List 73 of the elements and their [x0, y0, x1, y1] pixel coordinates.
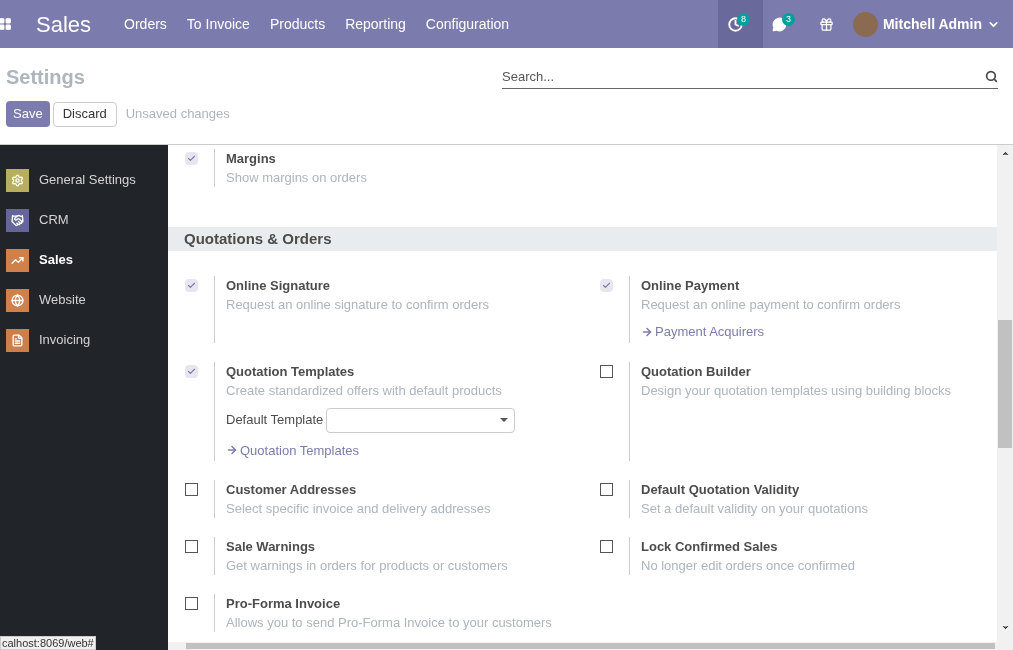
- checkbox[interactable]: [599, 364, 613, 378]
- setting-title: Sale Warnings: [226, 538, 317, 556]
- setting-description: Select specific invoice and delivery addresses: [226, 500, 491, 518]
- setting-title: Customer Addresses: [226, 481, 358, 499]
- setting-title: Quotation Builder: [641, 362, 752, 381]
- scroll-up-icon[interactable]: [1000, 149, 1010, 158]
- nav-menu-item[interactable]: Orders: [124, 13, 167, 35]
- scroll-down-icon[interactable]: [1000, 623, 1010, 632]
- gift-icon[interactable]: [818, 16, 834, 32]
- activity-count-badge: 8: [736, 13, 750, 26]
- checkbox[interactable]: [184, 540, 198, 553]
- unsaved-status: Unsaved changes: [125, 105, 230, 124]
- setting-title: Margins: [226, 150, 277, 168]
- setting-title: Online Payment: [641, 277, 741, 295]
- checkbox[interactable]: [184, 152, 198, 165]
- discard-button[interactable]: Discard: [52, 101, 117, 127]
- activity-button[interactable]: 8: [717, 0, 763, 48]
- setting-title: Quotation Templates: [226, 362, 356, 381]
- setting-description: Create standardized offers with default products: [226, 381, 503, 400]
- sidebar-item[interactable]: Invoicing: [0, 320, 168, 360]
- setting-description: Show margins on orders: [226, 169, 367, 187]
- setting-title: Default Quotation Validity: [641, 481, 801, 499]
- checkbox[interactable]: [599, 540, 613, 553]
- checkbox[interactable]: [184, 483, 198, 496]
- search-icon[interactable]: [985, 70, 998, 83]
- checkbox[interactable]: [184, 364, 198, 378]
- arrow-icon: [641, 325, 653, 338]
- field-label: Default Template: [226, 411, 324, 430]
- checkbox[interactable]: [599, 279, 613, 292]
- page-title: Settings: [6, 65, 85, 90]
- nav-menu-item[interactable]: To Invoice: [186, 13, 250, 35]
- sidebar-item[interactable]: Website: [0, 280, 168, 320]
- settings-link[interactable]: Quotation Templates: [226, 440, 516, 460]
- app-title: Sales: [36, 10, 92, 39]
- setting-description: Request an online signature to confirm orders: [226, 296, 490, 314]
- setting-title: Pro-Forma Invoice: [226, 595, 342, 613]
- status-url: calhost:8069/web#: [0, 636, 96, 650]
- setting-description: Request an online payment to confirm orders: [641, 296, 901, 314]
- nav-menu-item[interactable]: Reporting: [345, 13, 406, 35]
- checkbox[interactable]: [599, 483, 613, 496]
- vertical-scrollbar[interactable]: [997, 145, 1013, 642]
- user-menu[interactable]: Mitchell Admin: [852, 11, 1000, 37]
- setting-description: No longer edit orders once confirmed: [641, 557, 855, 575]
- scrollbar-thumb[interactable]: [998, 320, 1012, 448]
- messages-button[interactable]: 3: [762, 0, 808, 48]
- checkbox[interactable]: [184, 279, 198, 292]
- checkbox[interactable]: [184, 597, 198, 610]
- setting-description: Get warnings in orders for products or customers: [226, 557, 508, 575]
- check-icon: [186, 154, 196, 163]
- nav-menu-item[interactable]: Configuration: [425, 13, 510, 35]
- setting-description: Set a default validity on your quotations: [641, 500, 868, 518]
- sidebar-item[interactable]: CRM: [0, 200, 168, 240]
- setting-title: Online Signature: [226, 277, 331, 295]
- sidebar-item[interactable]: Sales: [0, 240, 168, 280]
- user-name: Mitchell Admin: [882, 14, 982, 34]
- avatar: [852, 11, 878, 37]
- settings-link[interactable]: Payment Acquirers: [641, 322, 901, 342]
- arrow-icon: [226, 444, 238, 457]
- setting-description: Design your quotation templates using building blocks: [641, 381, 952, 400]
- horizontal-scrollbar[interactable]: [168, 642, 1013, 650]
- check-icon: [186, 366, 196, 376]
- check-icon: [186, 281, 196, 290]
- apps-menu-icon[interactable]: [0, 17, 12, 31]
- section-header: Quotations & Orders: [168, 227, 997, 251]
- clock-icon: [727, 16, 743, 32]
- save-button[interactable]: Save: [6, 101, 50, 127]
- sidebar-item[interactable]: General Settings: [0, 160, 168, 200]
- caret-icon: [500, 418, 509, 422]
- nav-menu-item[interactable]: Products: [269, 13, 326, 35]
- check-icon: [601, 281, 611, 290]
- setting-description: Allows you to send Pro-Forma Invoice to your customers: [226, 614, 552, 632]
- search-field[interactable]: Search...: [502, 66, 985, 87]
- setting-title: Lock Confirmed Sales: [641, 538, 779, 556]
